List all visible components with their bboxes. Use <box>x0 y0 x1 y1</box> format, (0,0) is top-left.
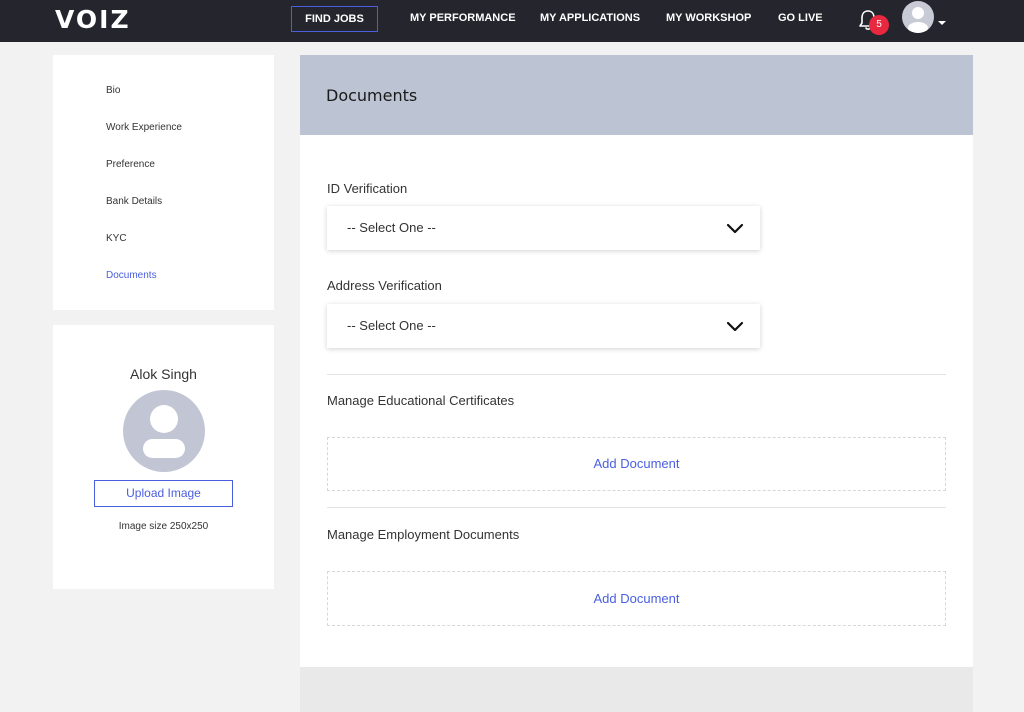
sidebar-item-bio[interactable]: Bio <box>106 85 120 97</box>
id-verification-selected-value: -- Select One -- <box>347 220 436 235</box>
sidebar-item-work-experience[interactable]: Work Experience <box>106 122 182 134</box>
nav-my-performance[interactable]: MY PERFORMANCE <box>410 12 516 25</box>
sidebar-item-documents[interactable]: Documents <box>106 270 157 282</box>
panel-header: Documents <box>300 55 973 135</box>
section-divider <box>327 507 946 508</box>
profile-card: Alok Singh Upload Image Image size 250x2… <box>53 325 274 589</box>
id-verification-select[interactable]: -- Select One -- <box>327 206 760 250</box>
user-avatar-icon[interactable] <box>902 1 934 33</box>
documents-panel: Documents ID Verification -- Select One … <box>300 55 973 667</box>
sidebar-item-preference[interactable]: Preference <box>106 159 155 171</box>
add-employment-document-button[interactable]: Add Document <box>327 571 946 626</box>
nav-go-live[interactable]: GO LIVE <box>778 12 823 25</box>
add-educational-document-button[interactable]: Add Document <box>327 437 946 491</box>
upload-image-button[interactable]: Upload Image <box>94 480 233 507</box>
nav-my-workshop[interactable]: MY WORKSHOP <box>666 12 751 25</box>
chevron-down-icon <box>726 223 744 234</box>
sidebar-item-bank-details[interactable]: Bank Details <box>106 196 162 208</box>
address-verification-select[interactable]: -- Select One -- <box>327 304 760 348</box>
top-navigation-bar: VOIZ FIND JOBS MY PERFORMANCE MY APPLICA… <box>0 0 1024 42</box>
employment-documents-label: Manage Employment Documents <box>327 527 520 542</box>
profile-name: Alok Singh <box>130 366 197 382</box>
chevron-down-icon <box>726 321 744 332</box>
nav-find-jobs[interactable]: FIND JOBS <box>291 6 378 32</box>
profile-avatar-icon <box>123 390 205 472</box>
caret-down-icon[interactable] <box>938 21 946 25</box>
profile-section-menu: Bio Work Experience Preference Bank Deta… <box>53 55 274 310</box>
image-size-hint: Image size 250x250 <box>118 521 209 532</box>
notification-count-badge[interactable]: 5 <box>869 15 889 35</box>
address-verification-label: Address Verification <box>327 278 442 293</box>
panel-footer-area <box>300 667 973 712</box>
section-divider <box>327 374 946 375</box>
page-title: Documents <box>326 86 418 105</box>
nav-my-applications[interactable]: MY APPLICATIONS <box>540 12 640 25</box>
id-verification-label: ID Verification <box>327 181 408 196</box>
educational-certificates-label: Manage Educational Certificates <box>327 393 515 408</box>
sidebar-item-kyc[interactable]: KYC <box>106 233 127 245</box>
address-verification-selected-value: -- Select One -- <box>347 318 436 333</box>
voiz-logo[interactable]: VOIZ <box>55 5 131 35</box>
